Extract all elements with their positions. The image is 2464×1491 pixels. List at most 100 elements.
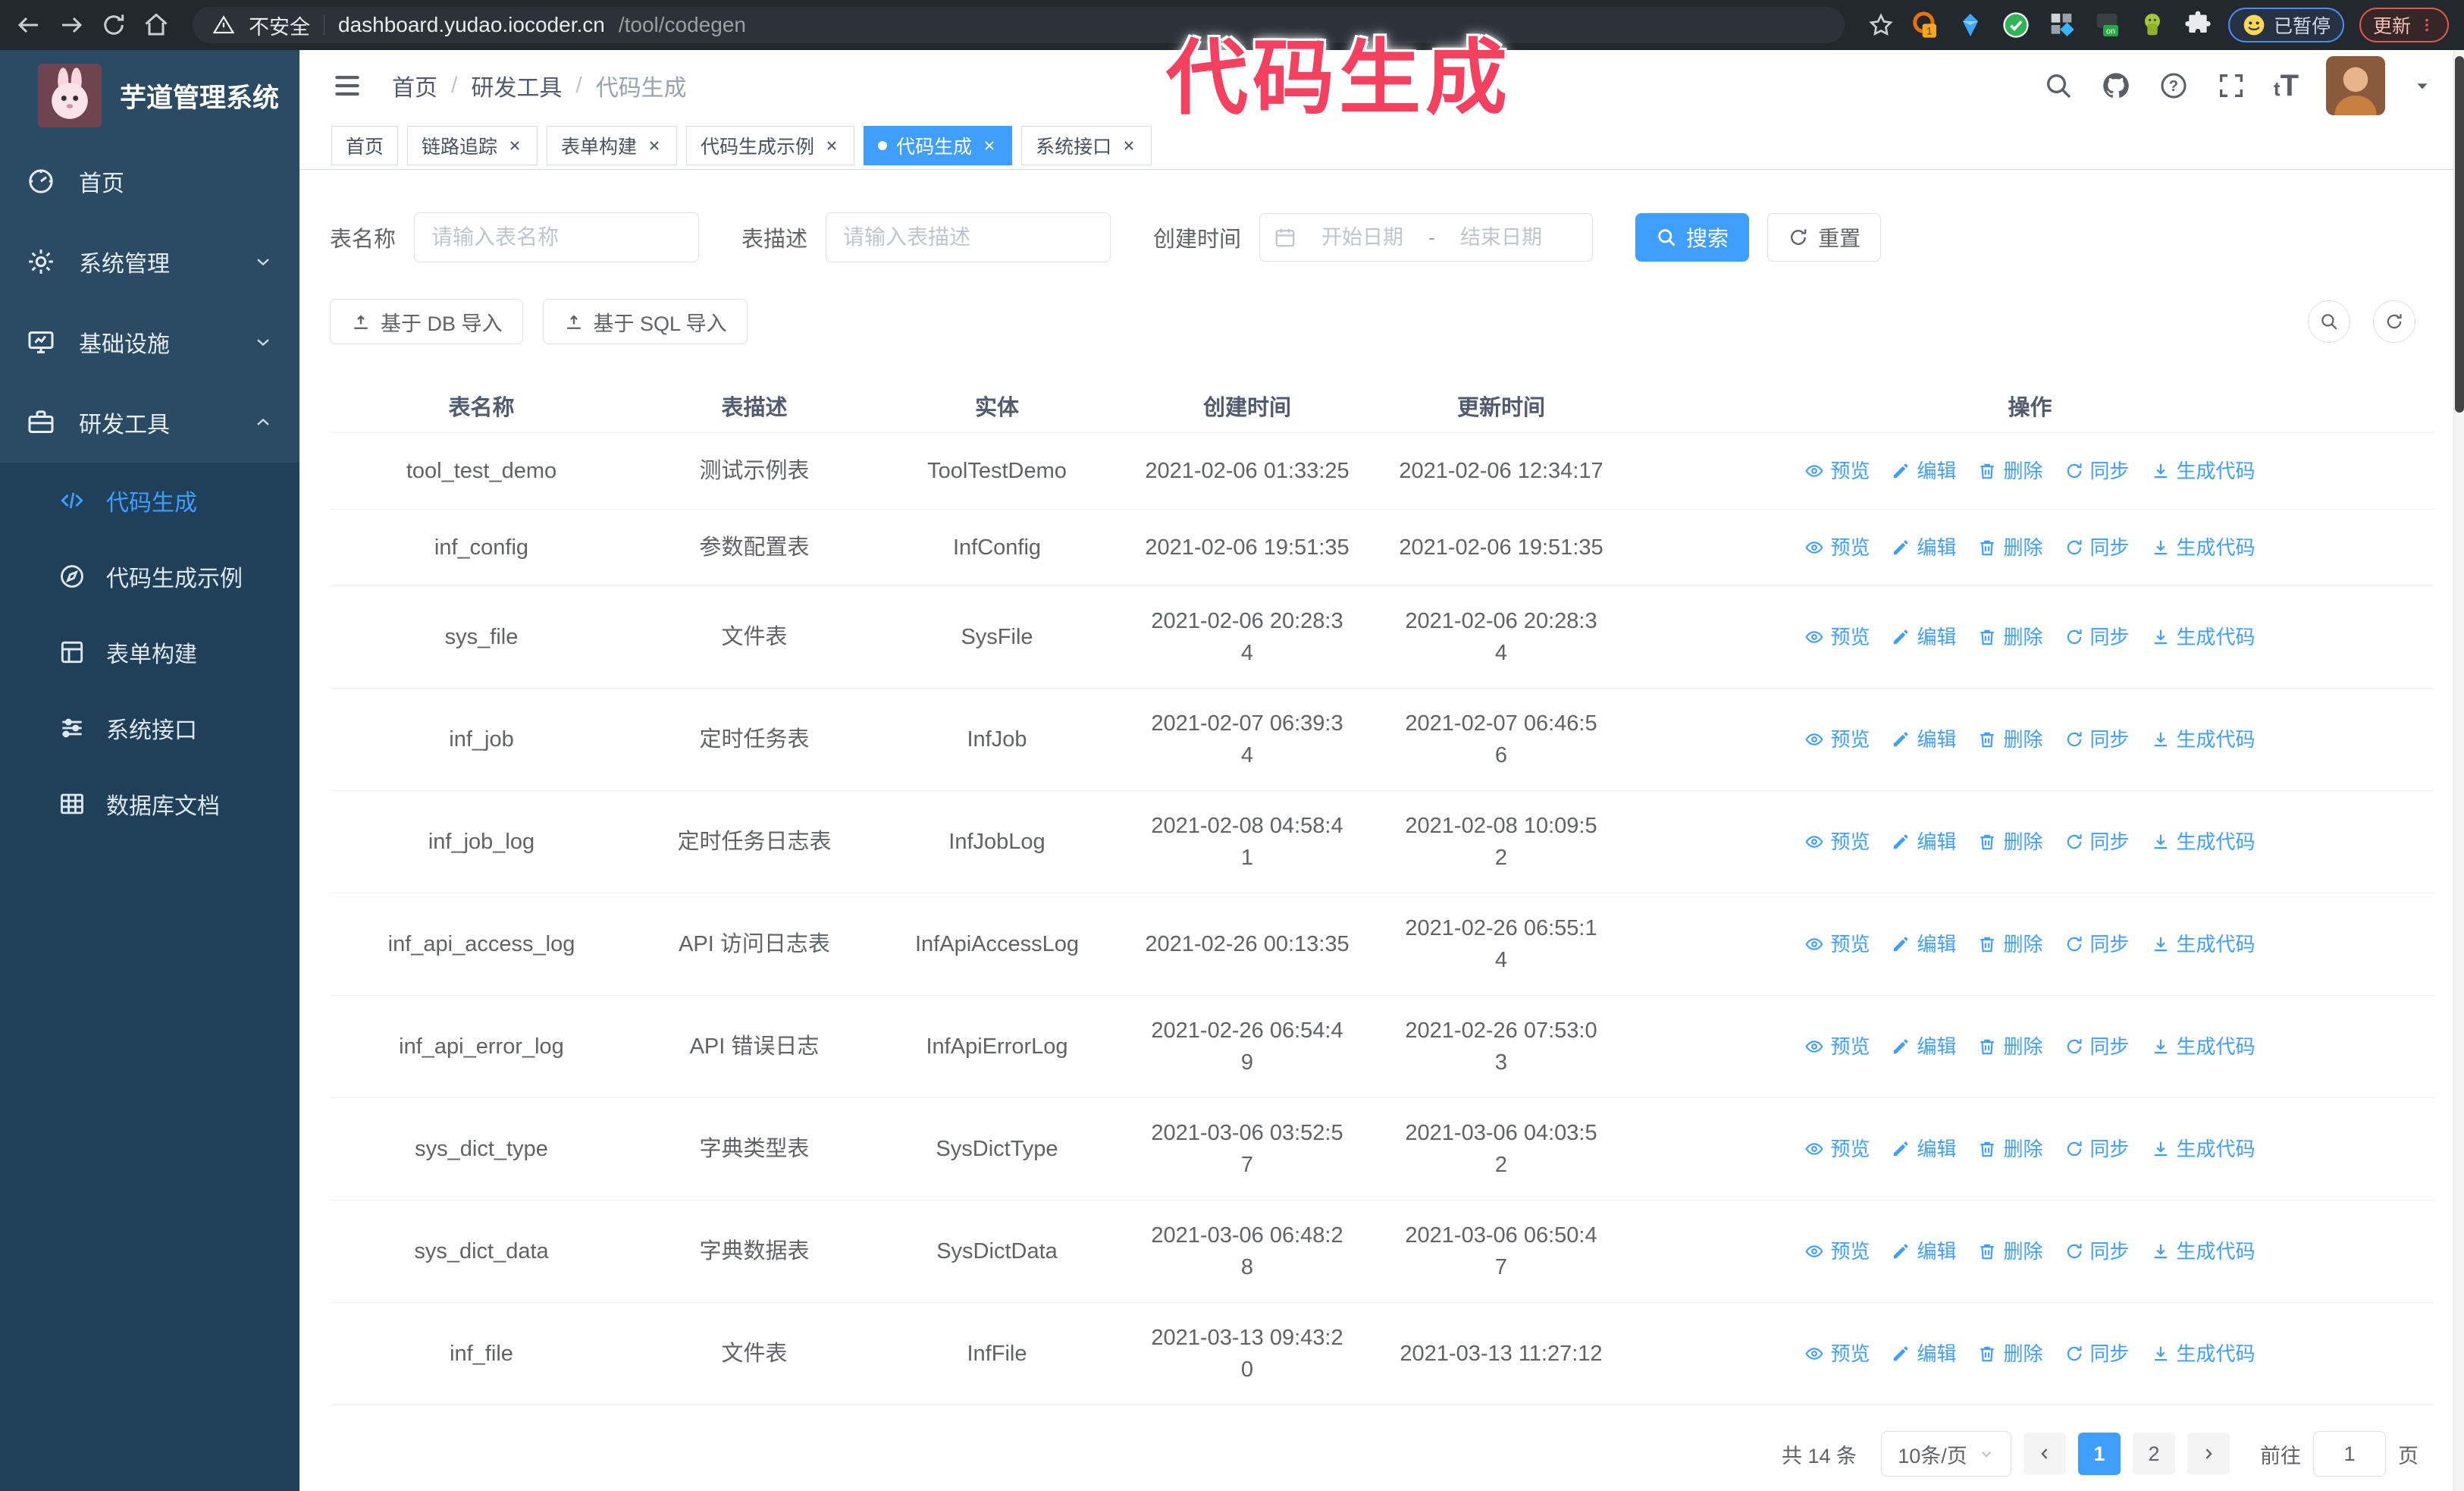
action-generate-link[interactable]: 生成代码 bbox=[2151, 1133, 2256, 1165]
back-icon[interactable] bbox=[15, 11, 42, 39]
action-generate-link[interactable]: 生成代码 bbox=[2151, 532, 2256, 563]
breadcrumb-home[interactable]: 首页 bbox=[392, 69, 437, 102]
tab-链路追踪[interactable]: 链路追踪 bbox=[407, 125, 538, 165]
action-delete-link[interactable]: 删除 bbox=[1977, 621, 2043, 653]
action-sync-link[interactable]: 同步 bbox=[2064, 621, 2130, 653]
address-bar[interactable]: 不安全 dashboard.yudao.iocoder.cn/tool/code… bbox=[193, 7, 1845, 43]
action-preview-link[interactable]: 预览 bbox=[1804, 532, 1870, 563]
user-avatar[interactable] bbox=[2326, 56, 2385, 115]
action-edit-link[interactable]: 编辑 bbox=[1891, 1133, 1956, 1165]
action-preview-link[interactable]: 预览 bbox=[1804, 724, 1870, 755]
prev-page-button[interactable] bbox=[2024, 1433, 2066, 1475]
import-db-button[interactable]: 基于 DB 导入 bbox=[330, 299, 523, 344]
tab-系统接口[interactable]: 系统接口 bbox=[1021, 125, 1152, 165]
action-edit-link[interactable]: 编辑 bbox=[1891, 928, 1956, 960]
action-delete-link[interactable]: 删除 bbox=[1977, 928, 2043, 960]
action-sync-link[interactable]: 同步 bbox=[2064, 1031, 2130, 1063]
start-date-input[interactable] bbox=[1304, 224, 1422, 250]
action-sync-link[interactable]: 同步 bbox=[2064, 1338, 2130, 1370]
action-edit-link[interactable]: 编辑 bbox=[1891, 1031, 1956, 1063]
action-sync-link[interactable]: 同步 bbox=[2064, 1133, 2130, 1165]
extension-gem-icon[interactable] bbox=[1955, 10, 1986, 40]
tab-代码生成示例[interactable]: 代码生成示例 bbox=[686, 125, 855, 165]
action-delete-link[interactable]: 删除 bbox=[1977, 1235, 2043, 1267]
action-generate-link[interactable]: 生成代码 bbox=[2151, 1235, 2256, 1267]
action-preview-link[interactable]: 预览 bbox=[1804, 1235, 1870, 1267]
action-preview-link[interactable]: 预览 bbox=[1804, 1133, 1870, 1165]
extension-green-check-icon[interactable] bbox=[2001, 10, 2031, 40]
hamburger-icon[interactable] bbox=[331, 70, 363, 102]
action-delete-link[interactable]: 删除 bbox=[1977, 826, 2043, 858]
action-edit-link[interactable]: 编辑 bbox=[1891, 1338, 1956, 1370]
font-size-icon[interactable]: tT bbox=[2274, 69, 2299, 103]
page-button-1[interactable]: 1 bbox=[2078, 1433, 2121, 1475]
table-name-input[interactable] bbox=[414, 212, 700, 262]
action-generate-link[interactable]: 生成代码 bbox=[2151, 455, 2256, 487]
page-scrollbar[interactable] bbox=[2453, 50, 2464, 1491]
action-delete-link[interactable]: 删除 bbox=[1977, 1031, 2043, 1063]
forward-icon[interactable] bbox=[58, 11, 85, 39]
action-generate-link[interactable]: 生成代码 bbox=[2151, 724, 2256, 755]
sidebar-item-system-mgmt[interactable]: 系统管理 bbox=[0, 221, 299, 302]
action-edit-link[interactable]: 编辑 bbox=[1891, 532, 1956, 563]
browser-update-button[interactable]: 更新 bbox=[2359, 8, 2449, 42]
action-sync-link[interactable]: 同步 bbox=[2064, 455, 2130, 487]
sidebar-item-infrastructure[interactable]: 基础设施 bbox=[0, 302, 299, 382]
action-preview-link[interactable]: 预览 bbox=[1804, 826, 1870, 858]
action-generate-link[interactable]: 生成代码 bbox=[2151, 826, 2256, 858]
create-time-range-picker[interactable]: - bbox=[1259, 213, 1594, 262]
table-desc-input[interactable] bbox=[826, 212, 1111, 262]
page-size-select[interactable]: 10条/页 bbox=[1881, 1431, 2011, 1477]
search-icon[interactable] bbox=[2043, 71, 2074, 101]
action-sync-link[interactable]: 同步 bbox=[2064, 1235, 2130, 1267]
fullscreen-icon[interactable] bbox=[2216, 71, 2246, 101]
help-icon[interactable]: ? bbox=[2158, 71, 2189, 101]
action-sync-link[interactable]: 同步 bbox=[2064, 826, 2130, 858]
sidebar-item-home[interactable]: 首页 bbox=[0, 141, 299, 221]
action-edit-link[interactable]: 编辑 bbox=[1891, 621, 1956, 653]
action-delete-link[interactable]: 删除 bbox=[1977, 1133, 2043, 1165]
extension-on-badge-icon[interactable]: on bbox=[2092, 10, 2122, 40]
action-preview-link[interactable]: 预览 bbox=[1804, 621, 1870, 653]
action-delete-link[interactable]: 删除 bbox=[1977, 455, 2043, 487]
sidebar-subitem-form-builder[interactable]: 表单构建 bbox=[0, 614, 299, 690]
action-sync-link[interactable]: 同步 bbox=[2064, 532, 2130, 563]
action-preview-link[interactable]: 预览 bbox=[1804, 928, 1870, 960]
action-generate-link[interactable]: 生成代码 bbox=[2151, 621, 2256, 653]
goto-page-input[interactable] bbox=[2313, 1431, 2386, 1477]
end-date-input[interactable] bbox=[1443, 224, 1560, 250]
tab-表单构建[interactable]: 表单构建 bbox=[547, 125, 678, 165]
sidebar-subitem-db-doc[interactable]: 数据库文档 bbox=[0, 766, 299, 842]
page-button-2[interactable]: 2 bbox=[2133, 1433, 2175, 1475]
toggle-search-button[interactable] bbox=[2308, 300, 2350, 343]
action-preview-link[interactable]: 预览 bbox=[1804, 1338, 1870, 1370]
action-edit-link[interactable]: 编辑 bbox=[1891, 724, 1956, 755]
action-edit-link[interactable]: 编辑 bbox=[1891, 455, 1956, 487]
extension-orange-icon[interactable]: 1 bbox=[1910, 10, 1940, 40]
action-edit-link[interactable]: 编辑 bbox=[1891, 826, 1956, 858]
action-delete-link[interactable]: 删除 bbox=[1977, 532, 2043, 563]
search-button[interactable]: 搜索 bbox=[1635, 213, 1750, 262]
scrollbar-thumb[interactable] bbox=[2455, 56, 2464, 413]
kebab-menu-icon[interactable] bbox=[2419, 17, 2435, 33]
action-preview-link[interactable]: 预览 bbox=[1804, 1031, 1870, 1063]
avatar-caret-down-icon[interactable] bbox=[2412, 76, 2432, 96]
action-generate-link[interactable]: 生成代码 bbox=[2151, 928, 2256, 960]
profile-paused-chip[interactable]: 已暂停 bbox=[2227, 8, 2344, 42]
github-icon[interactable] bbox=[2101, 71, 2131, 101]
tab-代码生成[interactable]: 代码生成 bbox=[864, 125, 1013, 165]
action-generate-link[interactable]: 生成代码 bbox=[2151, 1338, 2256, 1370]
action-preview-link[interactable]: 预览 bbox=[1804, 455, 1870, 487]
security-warning-icon[interactable] bbox=[212, 14, 235, 36]
action-sync-link[interactable]: 同步 bbox=[2064, 724, 2130, 755]
extensions-puzzle-icon[interactable] bbox=[2183, 10, 2213, 40]
refresh-table-button[interactable] bbox=[2373, 300, 2415, 343]
action-edit-link[interactable]: 编辑 bbox=[1891, 1235, 1956, 1267]
import-sql-button[interactable]: 基于 SQL 导入 bbox=[542, 299, 748, 344]
breadcrumb-dev-tools[interactable]: 研发工具 bbox=[471, 69, 562, 102]
extension-android-icon[interactable] bbox=[2137, 10, 2168, 40]
action-sync-link[interactable]: 同步 bbox=[2064, 928, 2130, 960]
action-generate-link[interactable]: 生成代码 bbox=[2151, 1031, 2256, 1063]
sidebar-subitem-codegen-demo[interactable]: 代码生成示例 bbox=[0, 538, 299, 614]
action-delete-link[interactable]: 删除 bbox=[1977, 1338, 2043, 1370]
